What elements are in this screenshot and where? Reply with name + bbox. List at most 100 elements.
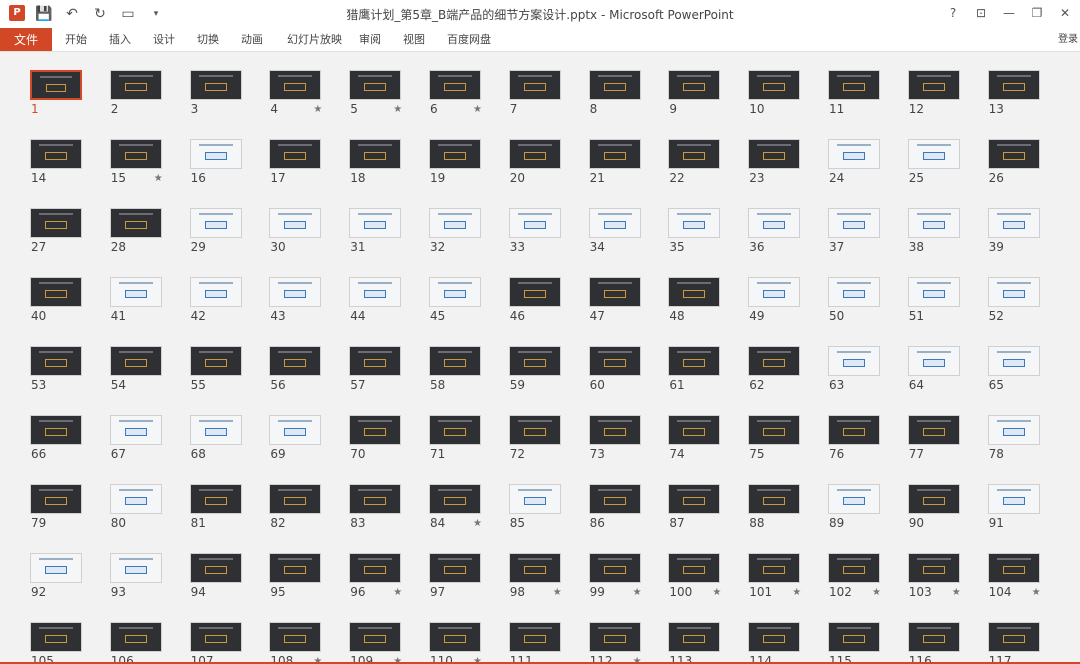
slide-thumbnail[interactable] [349, 277, 402, 307]
tab-insert[interactable]: 插入 [109, 28, 131, 52]
slide-thumbnail[interactable] [748, 346, 801, 376]
powerpoint-app-icon[interactable]: P [9, 5, 25, 21]
slide-thumbnail[interactable] [588, 208, 641, 238]
slide-thumbnail[interactable] [189, 622, 242, 652]
slide-thumbnail[interactable] [907, 622, 960, 652]
tab-file[interactable]: 文件 [0, 28, 52, 52]
slide-thumbnail[interactable] [668, 277, 721, 307]
slide-thumbnail[interactable] [429, 484, 481, 514]
animation-star-icon[interactable]: ★ [393, 104, 402, 115]
tab-slideshow[interactable]: 幻灯片放映 [287, 28, 342, 52]
slide-thumbnail[interactable] [30, 622, 82, 652]
slide-thumbnail[interactable] [269, 139, 322, 169]
slide-thumbnail[interactable] [668, 70, 721, 100]
tab-design[interactable]: 设计 [153, 28, 175, 52]
slide-thumbnail[interactable] [30, 346, 82, 376]
slide-thumbnail[interactable] [189, 553, 242, 583]
slide-thumbnail[interactable] [588, 346, 641, 376]
undo-icon[interactable]: ↶ [62, 4, 82, 24]
slide-thumbnail[interactable] [588, 553, 641, 583]
slide-thumbnail[interactable] [30, 415, 82, 445]
save-icon[interactable]: 💾 [34, 4, 54, 24]
slide-thumbnail[interactable] [429, 70, 481, 100]
slide-thumbnail[interactable] [987, 346, 1040, 376]
slide-thumbnail[interactable] [508, 139, 561, 169]
slide-thumbnail[interactable] [748, 415, 801, 445]
slide-thumbnail[interactable] [269, 415, 322, 445]
slide-thumbnail[interactable] [109, 346, 162, 376]
slide-thumbnail[interactable] [828, 70, 880, 100]
slide-thumbnail[interactable] [987, 277, 1040, 307]
slide-thumbnail[interactable] [349, 415, 402, 445]
slide-thumbnail[interactable] [828, 553, 880, 583]
slide-thumbnail[interactable] [508, 415, 561, 445]
slide-thumbnail[interactable] [828, 622, 880, 652]
slide-thumbnail[interactable] [748, 208, 801, 238]
tab-transitions[interactable]: 切换 [197, 28, 219, 52]
slide-thumbnail[interactable] [907, 346, 960, 376]
slide-sorter[interactable]: 1 2 3 4 ★ 5 ★ 6 ★ 7 8 9 10 11 12 13 14 15 ★ 16 17 18 19 20 21 22 2… [0, 52, 1080, 664]
slide-thumbnail[interactable] [748, 277, 801, 307]
animation-star-icon[interactable]: ★ [393, 587, 402, 598]
close-button[interactable]: ✕ [1052, 3, 1078, 23]
slide-thumbnail[interactable] [907, 208, 960, 238]
slide-thumbnail[interactable] [508, 553, 561, 583]
slide-thumbnail[interactable] [30, 139, 82, 169]
animation-star-icon[interactable]: ★ [473, 518, 482, 529]
slide-thumbnail[interactable] [109, 277, 162, 307]
slide-thumbnail[interactable] [269, 277, 322, 307]
help-button[interactable]: ? [940, 3, 966, 23]
slide-thumbnail[interactable] [189, 70, 242, 100]
slide-thumbnail[interactable] [987, 553, 1040, 583]
slide-thumbnail[interactable] [109, 208, 162, 238]
slide-thumbnail[interactable] [269, 346, 322, 376]
slide-thumbnail[interactable] [748, 139, 801, 169]
slide-thumbnail[interactable] [109, 139, 162, 169]
slide-thumbnail[interactable] [828, 208, 880, 238]
slide-thumbnail[interactable] [508, 208, 561, 238]
slide-thumbnail[interactable] [508, 70, 561, 100]
slide-thumbnail[interactable] [668, 622, 721, 652]
slide-thumbnail[interactable] [828, 277, 880, 307]
slide-thumbnail[interactable] [349, 484, 402, 514]
slide-thumbnail[interactable] [668, 346, 721, 376]
minimize-button[interactable]: — [996, 3, 1022, 23]
slide-thumbnail[interactable] [907, 415, 960, 445]
slide-thumbnail[interactable] [429, 346, 481, 376]
slide-thumbnail[interactable] [588, 415, 641, 445]
slide-thumbnail[interactable] [109, 484, 162, 514]
slideshow-icon[interactable]: ▭ [118, 4, 138, 24]
animation-star-icon[interactable]: ★ [633, 587, 642, 598]
slide-thumbnail[interactable] [508, 346, 561, 376]
slide-thumbnail[interactable] [269, 553, 322, 583]
tab-baidu-netdisk[interactable]: 百度网盘 [447, 28, 491, 52]
slide-thumbnail[interactable] [30, 70, 82, 100]
ribbon-display-options-button[interactable]: ⊡ [968, 3, 994, 23]
slide-thumbnail[interactable] [987, 415, 1040, 445]
slide-thumbnail[interactable] [429, 208, 481, 238]
slide-thumbnail[interactable] [668, 553, 721, 583]
signin-link[interactable]: 登录 [1058, 30, 1078, 45]
slide-thumbnail[interactable] [269, 622, 322, 652]
slide-thumbnail[interactable] [349, 622, 402, 652]
animation-star-icon[interactable]: ★ [313, 104, 322, 115]
slide-thumbnail[interactable] [269, 70, 322, 100]
animation-star-icon[interactable]: ★ [792, 587, 801, 598]
slide-thumbnail[interactable] [269, 208, 322, 238]
slide-thumbnail[interactable] [907, 277, 960, 307]
slide-thumbnail[interactable] [349, 346, 402, 376]
slide-thumbnail[interactable] [907, 70, 960, 100]
slide-thumbnail[interactable] [668, 484, 721, 514]
animation-star-icon[interactable]: ★ [872, 587, 881, 598]
qat-customize-dropdown-icon[interactable]: ▾ [146, 4, 166, 24]
slide-thumbnail[interactable] [987, 139, 1040, 169]
slide-thumbnail[interactable] [668, 208, 721, 238]
slide-thumbnail[interactable] [109, 415, 162, 445]
slide-thumbnail[interactable] [429, 553, 481, 583]
slide-thumbnail[interactable] [109, 622, 162, 652]
slide-thumbnail[interactable] [429, 277, 481, 307]
slide-thumbnail[interactable] [508, 622, 561, 652]
slide-thumbnail[interactable] [30, 208, 82, 238]
slide-thumbnail[interactable] [748, 553, 801, 583]
slide-thumbnail[interactable] [429, 622, 481, 652]
